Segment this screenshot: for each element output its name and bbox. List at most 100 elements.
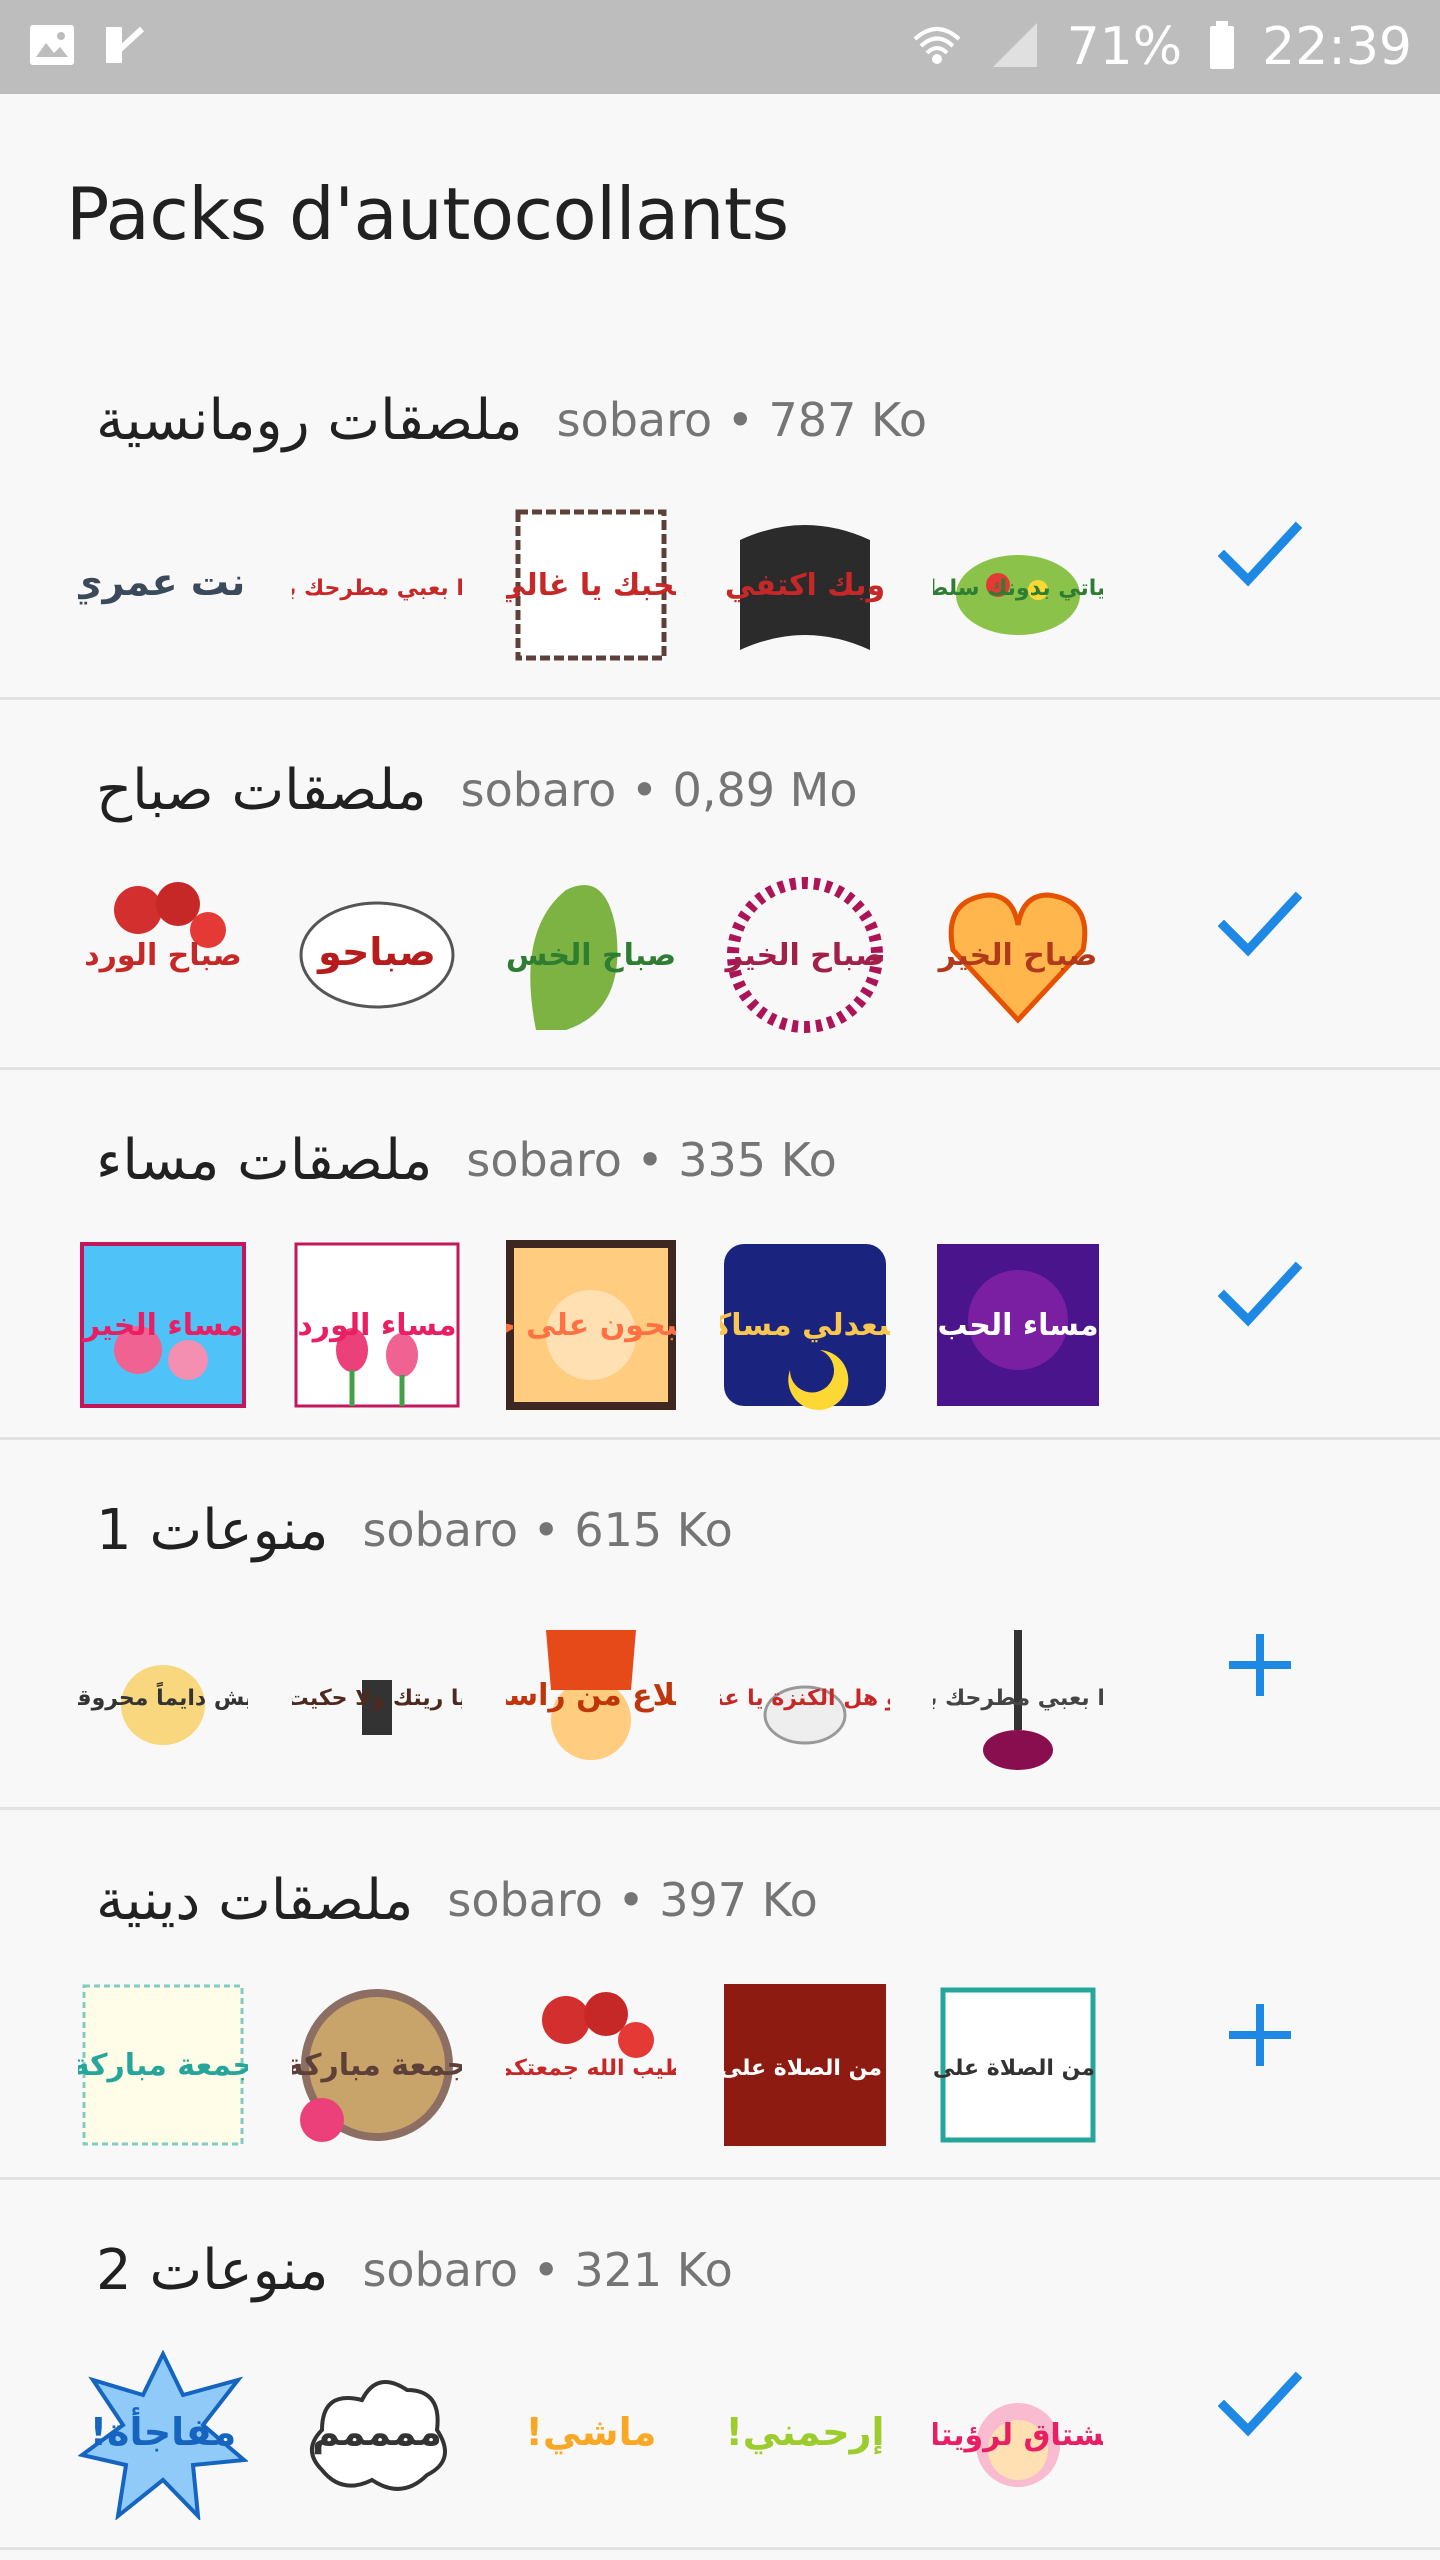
sticker-text: بحبك يا غالي [506,568,676,603]
sticker-text: مساء الحب [938,1308,1099,1343]
sticker-thumbnail: بحبك يا غالي [506,500,676,670]
sticker-text: وبك اكتفي [724,568,884,603]
wifi-icon [911,19,963,75]
sticker-thumbnail: انت عمري [78,500,248,670]
pack-header: ملصقات مساء sobaro • 335 Ko [96,1110,837,1210]
sticker-image: شو هل الكنزة يا عنزة [720,1685,890,1745]
battery-icon [1208,19,1236,75]
add-pack-button[interactable] [1210,1985,1310,2085]
sticker-text: مفاجأة! [90,2407,237,2454]
sticker-thumbnail: اكثروا من الصلاة على النبي [933,1980,1103,2150]
sticker-previews: ليش دايماً محروقة يا ريتك ولا حكيت طلاع من… [78,1610,1128,1790]
sticker-image: ماشي! [525,2410,656,2454]
title-area: Packs d'autocollants [0,94,1440,314]
image-notification-icon [28,23,76,71]
sticker-pack-row[interactable]: ملصقات مساء sobaro • 335 Ko مساء الخير مساء… [0,1070,1440,1440]
page-title: Packs d'autocollants [66,172,789,256]
sticker-image: مساء الحب [937,1244,1100,1406]
pack-added-button[interactable] [1210,1245,1310,1345]
sticker-pack-row[interactable]: ملصقات رومانسية sobaro • 787 Ko انت عمري ما… [0,330,1440,700]
sticker-image: صباح الخس [506,885,676,1030]
add-pack-button[interactable] [1210,1615,1310,1715]
pack-added-button[interactable] [1210,2355,1310,2455]
sticker-image: تصبحون على خير [505,1240,676,1410]
sticker-text: حياتي بدونك سلطة [933,576,1103,601]
sticker-image: اكثروا من الصلاة على النبي [933,1987,1103,2143]
sticker-previews: صباح الورد صباحو صباح الخس صباح الخير صباح ا… [78,870,1128,1050]
sticker-text: صباح الورد [84,938,242,973]
pack-meta: sobaro • 0,89 Mo [460,763,858,817]
sticker-image: بحبك يا غالي [506,509,676,661]
pack-added-button[interactable] [1210,875,1310,975]
sticker-text: ليش دايماً محروقة [78,1681,248,1711]
sticker-pack-row[interactable]: منوعات 1 sobaro • 615 Ko ليش دايماً محروقة… [0,1440,1440,1810]
plus-icon [1229,2004,1291,2066]
check-icon [1218,2371,1302,2437]
sticker-thumbnail: طلاع من راسي [506,1610,676,1780]
sticker-thumbnail: صباح الورد [78,870,248,1040]
pack-added-button[interactable] [1210,505,1310,605]
sticker-text: ما حدا بعبي مطرحك بقلبي [933,1686,1103,1711]
status-bar-right: 71% 22:39 [911,17,1412,77]
sticker-image: صباحو [299,901,455,1009]
sticker-text: ممممم [312,2410,442,2455]
sticker-text: مساء الخير [81,1308,243,1343]
pack-header: منوعات 2 sobaro • 321 Ko [96,2220,733,2320]
pack-meta: sobaro • 787 Ko [556,393,927,447]
pack-header: ملصقات صباح sobaro • 0,89 Mo [96,740,857,840]
sticker-image: طلاع من راسي [506,1630,676,1760]
sticker-image: ممممم [309,2380,447,2491]
sticker-thumbnail: ما حدا بعبي مطرحك بقلبي [292,500,462,670]
pack-name: ملصقات دينية [96,1867,414,1933]
sticker-thumbnail: طيب الله جمعتكم [506,1980,676,2150]
sticker-text: جمعة مباركة [292,2048,462,2083]
sticker-text: ماشي! [525,2410,656,2454]
pack-meta: sobaro • 397 Ko [447,1873,818,1927]
pack-name: منوعات 2 [96,2237,329,2303]
sticker-text: تصبحون على خير [506,1308,676,1343]
sticker-thumbnail: ممممم [292,2350,462,2520]
sticker-text: ما حدا بعبي مطرحك بقلبي [292,576,462,601]
sticker-text: انت عمري [78,560,248,604]
sticker-image: اكثروا من الصلاة على النبي [720,1984,890,2146]
sticker-thumbnail: جمعة مباركة [78,1980,248,2150]
sticker-text: يسعدلي مساكم [720,1308,890,1343]
sticker-thumbnail: إرحمني! [720,2350,890,2520]
sticker-image: يسعدلي مساكم [720,1244,890,1410]
sticker-image: ما حدا بعبي مطرحك بقلبي [292,576,462,601]
sticker-thumbnail: مفاجأة! [78,2350,248,2520]
sticker-thumbnail: صباح الخس [506,870,676,1040]
sticker-image: جمعة مباركة [292,1989,462,2142]
sticker-image: إرحمني! [725,2410,884,2455]
sticker-previews: مساء الخير مساء الورد تصبحون على خير يسعدلي… [78,1240,1128,1420]
pack-name: ملصقات رومانسية [96,387,523,453]
pack-header: ملصقات دينية sobaro • 397 Ko [96,1850,818,1950]
pack-header: ملصقات رومانسية sobaro • 787 Ko [96,370,927,470]
sticker-image: صباح الورد [84,882,242,973]
sticker-previews: مفاجأة! ممممم ماشي! إرحمني! مشتاق لرؤيتك [78,2350,1128,2530]
sticker-text: شو هل الكنزة يا عنزة [720,1686,890,1711]
sticker-pack-row[interactable]: ملصقات دينية sobaro • 397 Ko جمعة مباركة جم… [0,1810,1440,2180]
sticker-thumbnail: تصبحون على خير [505,1240,676,1410]
pack-meta: sobaro • 321 Ko [362,2243,733,2297]
sticker-thumbnail: صباحو [292,870,462,1040]
sticker-previews: جمعة مباركة جمعة مباركة طيب الله جمعتكم اكث… [78,1980,1128,2160]
clock: 22:39 [1262,17,1412,77]
pack-meta: sobaro • 615 Ko [362,1503,733,1557]
sticker-text: اكثروا من الصلاة على النبي [933,2056,1103,2081]
sticker-text: طلاع من راسي [506,1678,676,1713]
sticker-image: صباح الخير [937,892,1098,1024]
signal-icon [989,19,1041,75]
pack-name: ملصقات مساء [96,1127,433,1193]
sticker-pack-row[interactable]: ملصقات صباح sobaro • 0,89 Mo صباح الورد صبا… [0,700,1440,1070]
pack-name: منوعات 1 [96,1497,329,1563]
sticker-text: إرحمني! [725,2410,884,2455]
sticker-image: مفاجأة! [78,2350,248,2520]
sticker-text: صباح الخس [506,938,676,973]
sticker-pack-row[interactable]: منوعات 2 sobaro • 321 Ko مفاجأة! ممممم ماشي!… [0,2180,1440,2550]
battery-percent: 71% [1066,17,1183,77]
sticker-image: مساء الخير [80,1242,246,1408]
sticker-image: يا ريتك ولا حكيت [292,1680,462,1735]
pack-name: ملصقات صباح [96,757,427,823]
sticker-thumbnail: مساء الخير [78,1240,248,1410]
